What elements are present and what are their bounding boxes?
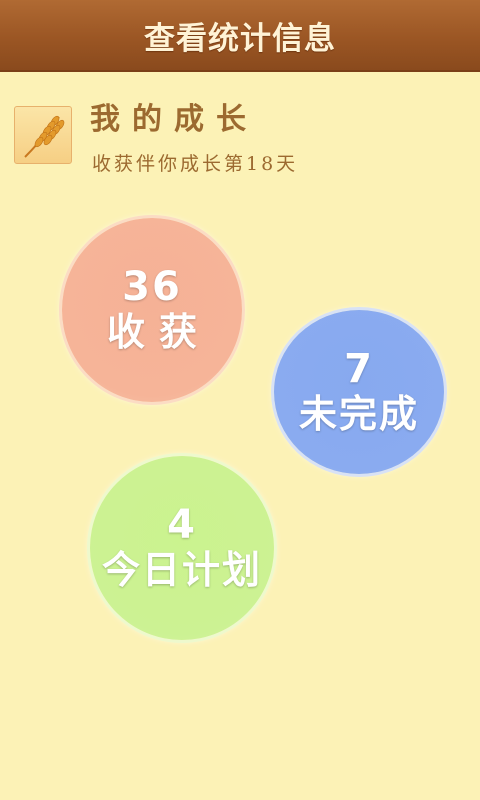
- page-title: 查看统计信息: [144, 20, 336, 57]
- today-plan-label: 今日计划: [101, 548, 262, 592]
- incomplete-label: 未完成: [298, 392, 419, 436]
- harvest-count: 36: [122, 264, 182, 310]
- profile-subtitle: 收获伴你成长第18天: [92, 153, 299, 175]
- incomplete-stat-button[interactable]: 7 未完成: [274, 310, 444, 474]
- harvest-label: 收获: [106, 310, 211, 354]
- avatar[interactable]: [14, 106, 72, 164]
- title-bar: 查看统计信息: [0, 0, 480, 72]
- harvest-stat-button[interactable]: 36 收获: [62, 218, 242, 402]
- wheat-icon: [24, 115, 65, 158]
- incomplete-count: 7: [344, 346, 374, 392]
- today-plan-stat-button[interactable]: 4 今日计划: [90, 456, 274, 640]
- today-plan-count: 4: [167, 502, 197, 548]
- profile-name: 我的成长: [90, 102, 258, 137]
